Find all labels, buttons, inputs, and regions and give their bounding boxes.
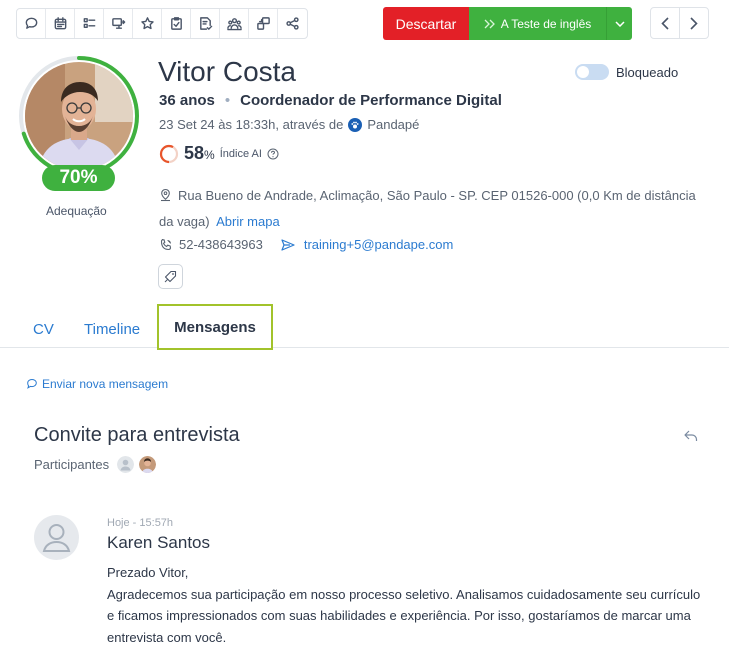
document-check-icon[interactable]	[191, 9, 220, 38]
send-icon	[281, 238, 295, 251]
send-new-message-label: Enviar nova mensagem	[42, 377, 169, 391]
ai-score-number: 58	[184, 143, 205, 163]
tab-cv[interactable]: CV	[33, 321, 54, 338]
clipboard-check-icon[interactable]	[162, 9, 191, 38]
message-body: Prezado Vitor, Agradecemos sua participa…	[107, 562, 707, 648]
blocked-toggle[interactable]	[575, 64, 609, 80]
participant-avatar[interactable]	[117, 456, 135, 473]
applied-date: 23 Set 24 às 18:33h, através de	[159, 117, 344, 132]
candidate-avatar-ring	[17, 54, 141, 178]
participants-label: Participantes	[34, 457, 110, 472]
ai-score-ring	[159, 144, 179, 163]
chevron-down-icon	[614, 20, 625, 27]
star-icon[interactable]	[133, 9, 162, 38]
discard-button[interactable]: Descartar	[383, 7, 469, 40]
open-map-link[interactable]: Abrir mapa	[216, 214, 280, 229]
application-source: Pandapé	[367, 117, 420, 132]
chevron-right-icon	[690, 16, 698, 30]
phone-number: 52-438643963	[179, 237, 263, 252]
application-info: 23 Set 24 às 18:33h, através de Pandapé	[159, 117, 419, 132]
separator-dot: •	[224, 92, 231, 109]
previous-candidate-button[interactable]	[651, 8, 680, 38]
move-stage-button[interactable]: A Teste de inglês	[469, 7, 606, 40]
message-author: Karen Santos	[107, 533, 211, 552]
chat-icon	[27, 378, 37, 389]
message-timestamp: Hoje - 15:57h	[107, 517, 174, 529]
avatar[interactable]	[25, 62, 133, 170]
participants-row: Participantes	[34, 456, 157, 473]
tab-timeline[interactable]: Timeline	[84, 321, 140, 338]
share-screen-icon[interactable]	[249, 9, 278, 38]
transfer-icon[interactable]	[104, 9, 133, 38]
chat-icon[interactable]	[17, 9, 46, 38]
blocked-toggle-group: Bloqueado	[575, 64, 678, 80]
ai-score-label: Índice AI	[219, 147, 262, 160]
ai-score-value: 58%	[184, 143, 215, 164]
phone-icon	[160, 238, 172, 250]
double-chevron-right-icon	[484, 19, 495, 28]
contact-row: 52-438643963 training+5@pandape.com	[159, 237, 453, 252]
message-greeting: Prezado Vitor,	[107, 565, 189, 580]
email-link[interactable]: training+5@pandape.com	[304, 237, 453, 252]
candidate-age: 36 anos	[159, 92, 215, 109]
calendar-icon[interactable]	[46, 9, 75, 38]
location-pin-icon	[159, 186, 172, 210]
candidate-navigation	[650, 7, 709, 39]
participant-avatar[interactable]	[139, 456, 157, 473]
fit-score-label: Adequação	[46, 204, 107, 218]
profile-tabs: CV Timeline Mensagens	[0, 304, 729, 350]
help-icon[interactable]	[267, 148, 279, 160]
group-icon[interactable]	[220, 9, 249, 38]
message-author-avatar	[34, 515, 79, 560]
add-tag-button[interactable]	[158, 264, 183, 289]
reply-icon[interactable]	[684, 429, 698, 447]
thread-title: Convite para entrevista	[34, 424, 240, 446]
action-toolbar	[16, 8, 308, 39]
ai-index: 58% Índice AI	[159, 143, 279, 164]
candidate-address: Rua Bueno de Andrade, Aclimação, São Pau…	[159, 184, 707, 234]
send-new-message-link[interactable]: Enviar nova mensagem	[26, 377, 168, 391]
paw-icon	[348, 117, 363, 132]
checklist-icon[interactable]	[75, 9, 104, 38]
blocked-label: Bloqueado	[616, 64, 679, 80]
stage-label: A Teste de inglês	[500, 16, 592, 31]
fit-score-badge: 70%	[42, 165, 115, 191]
ai-score-unit: %	[204, 148, 215, 162]
stage-dropdown-button[interactable]	[606, 7, 632, 40]
chevron-left-icon	[661, 16, 669, 30]
tab-mensagens[interactable]: Mensagens	[157, 304, 273, 350]
tag-icon	[164, 270, 177, 283]
next-candidate-button[interactable]	[680, 8, 708, 38]
candidate-name: Vitor Costa	[158, 56, 296, 87]
share-icon[interactable]	[278, 9, 307, 38]
candidate-subtitle: 36 anos • Coordenador de Performance Dig…	[159, 92, 502, 109]
candidate-role: Coordenador de Performance Digital	[240, 92, 502, 109]
message-paragraph: Agradecemos sua participação em nosso pr…	[107, 586, 701, 645]
